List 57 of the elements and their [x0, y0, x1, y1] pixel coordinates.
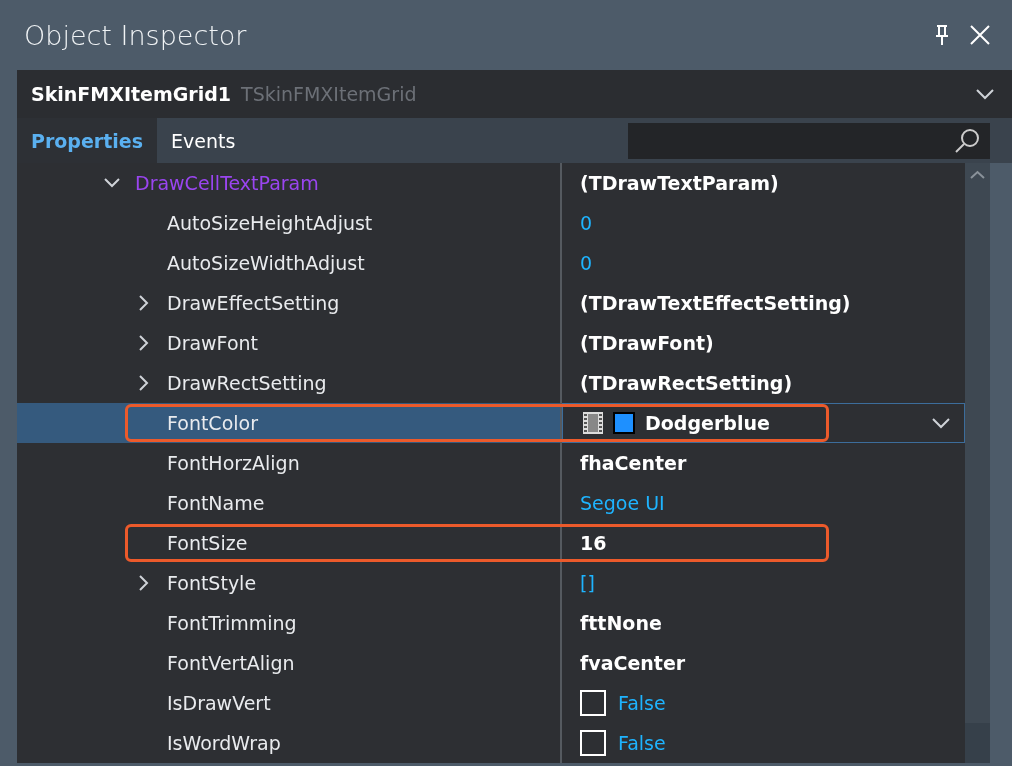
property-value: fhaCenter — [580, 452, 687, 474]
property-row[interactable]: DrawCellTextParam (TDrawTextParam) — [17, 163, 965, 203]
property-value: False — [618, 692, 666, 714]
close-icon[interactable] — [968, 23, 992, 47]
property-name: FontStyle — [167, 572, 257, 594]
property-row[interactable]: DrawFont (TDrawFont) — [17, 323, 965, 363]
property-value: fvaCenter — [580, 652, 686, 674]
property-value: fttNone — [580, 612, 662, 634]
property-row[interactable]: FontName Segoe UI — [17, 483, 965, 523]
search-field[interactable] — [628, 122, 990, 159]
scrollbar[interactable] — [965, 163, 990, 763]
property-value: 0 — [580, 252, 593, 274]
property-name: FontColor — [167, 412, 258, 434]
property-value: Dodgerblue — [645, 412, 770, 434]
checkbox[interactable] — [580, 730, 606, 756]
property-name: IsWordWrap — [167, 732, 281, 754]
panel-title: Object Inspector — [24, 19, 248, 51]
property-row[interactable]: IsDrawVert False — [17, 683, 965, 723]
property-row[interactable]: FontColor Dodgerblue — [17, 403, 965, 443]
property-name: FontVertAlign — [167, 652, 295, 674]
checkbox[interactable] — [580, 690, 606, 716]
property-name: DrawCellTextParam — [135, 172, 319, 194]
film-strip-icon — [581, 411, 605, 435]
property-value: 0 — [580, 212, 593, 234]
property-value: (TDrawTextParam) — [580, 172, 779, 194]
property-row[interactable]: FontTrimming fttNone — [17, 603, 965, 643]
property-value: (TDrawRectSetting) — [580, 372, 793, 394]
tab[interactable]: Events — [157, 118, 250, 163]
tab[interactable]: Properties — [17, 118, 157, 163]
property-value: False — [618, 732, 666, 754]
property-value: (TDrawTextEffectSetting) — [580, 292, 851, 314]
property-row[interactable]: DrawEffectSetting (TDrawTextEffectSetting) — [17, 283, 965, 323]
property-row[interactable]: FontSize 16 — [17, 523, 965, 563]
property-name: IsDrawVert — [167, 692, 271, 714]
property-name: DrawRectSetting — [167, 372, 327, 394]
component-name: SkinFMXItemGrid1 — [31, 83, 232, 105]
property-row[interactable]: FontStyle [] — [17, 563, 965, 603]
property-row[interactable]: FontHorzAlign fhaCenter — [17, 443, 965, 483]
property-name: AutoSizeHeightAdjust — [167, 212, 373, 234]
property-value: (TDrawFont) — [580, 332, 714, 354]
property-value: Segoe UI — [580, 492, 665, 514]
property-row[interactable]: AutoSizeWidthAdjust 0 — [17, 243, 965, 283]
property-name: FontHorzAlign — [167, 452, 300, 474]
property-name: DrawEffectSetting — [167, 292, 340, 314]
property-name: DrawFont — [167, 332, 258, 354]
property-row[interactable]: AutoSizeHeightAdjust 0 — [17, 203, 965, 243]
component-selector[interactable]: SkinFMXItemGrid1 TSkinFMXItemGrid — [17, 70, 1012, 118]
property-row[interactable]: FontVertAlign fvaCenter — [17, 643, 965, 683]
component-type: TSkinFMXItemGrid — [241, 83, 418, 105]
property-name: FontSize — [167, 532, 248, 554]
scrollbar-thumb[interactable] — [965, 723, 990, 763]
property-value: 16 — [580, 532, 607, 554]
property-name: AutoSizeWidthAdjust — [167, 252, 365, 274]
property-row[interactable]: IsWordWrap False — [17, 723, 965, 763]
property-name: FontTrimming — [167, 612, 297, 634]
property-value: [] — [580, 572, 595, 594]
property-name: FontName — [167, 492, 265, 514]
